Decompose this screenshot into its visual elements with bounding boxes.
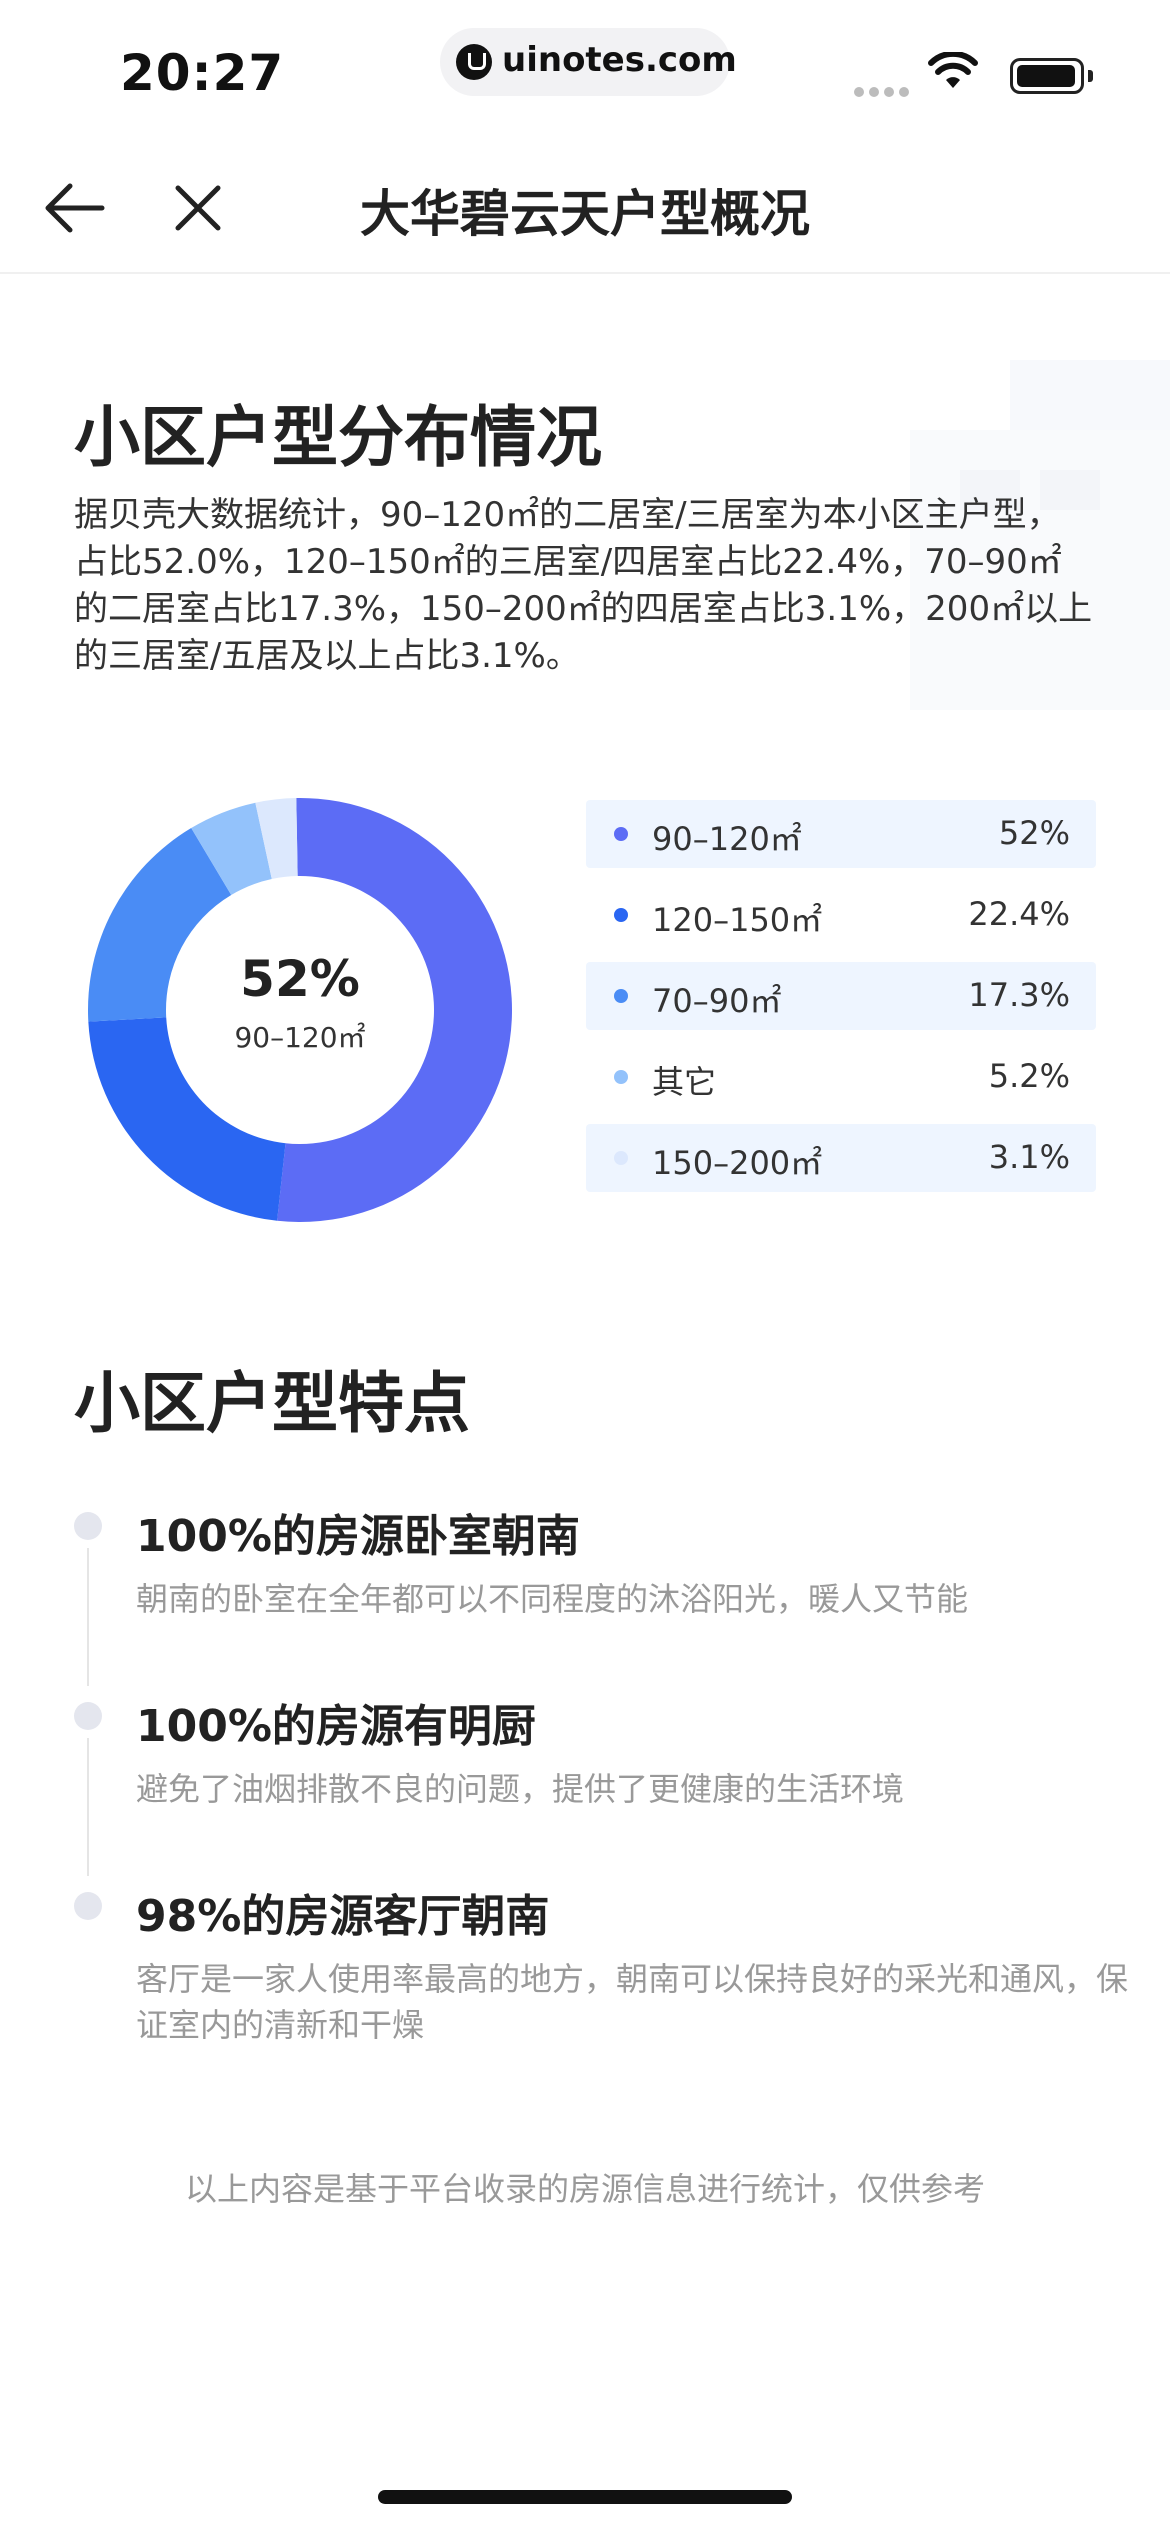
status-bar: 20:27 uinotes.com xyxy=(0,0,1170,140)
legend-item: 150–200㎡ 3.1% xyxy=(586,1124,1096,1192)
donut-center-value: 52% xyxy=(240,950,360,1008)
timeline-line xyxy=(87,1548,89,1686)
cellular-signal-icon xyxy=(854,82,914,101)
legend-value: 52% xyxy=(998,814,1070,852)
status-time: 20:27 xyxy=(120,44,285,102)
battery-icon xyxy=(1010,58,1084,94)
legend-value: 17.3% xyxy=(968,976,1070,1014)
legend-color-dot xyxy=(614,1070,628,1084)
wifi-icon xyxy=(928,52,978,88)
feature-title: 98%的房源客厅朝南 xyxy=(136,1891,550,1942)
legend-value: 5.2% xyxy=(988,1057,1070,1095)
legend-value: 3.1% xyxy=(988,1138,1070,1176)
site-logo-icon xyxy=(456,44,492,80)
legend-item: 120–150㎡ 22.4% xyxy=(586,881,1096,949)
legend-item: 90–120㎡ 52% xyxy=(586,800,1096,868)
donut-center-label: 90–120㎡ xyxy=(234,1021,366,1054)
legend-color-dot xyxy=(614,908,628,922)
legend-label: 150–200㎡ xyxy=(652,1144,823,1182)
navigation-bar: 大华碧云天户型概况 xyxy=(0,140,1170,274)
donut-chart xyxy=(88,798,512,1222)
battery-tip xyxy=(1088,70,1093,82)
legend-item: 其它 5.2% xyxy=(586,1043,1096,1111)
legend-item: 70–90㎡ 17.3% xyxy=(586,962,1096,1030)
timeline-dot xyxy=(74,1512,102,1540)
feature-desc: 避免了油烟排散不良的问题，提供了更健康的生活环境 xyxy=(136,1770,905,1808)
features-heading: 小区户型特点 xyxy=(74,1365,470,1442)
legend-label: 90–120㎡ xyxy=(652,820,802,858)
feature-desc: 客厅是一家人使用率最高的地方，朝南可以保持良好的采光和通风，保证室内的清新和干燥 xyxy=(136,1960,1129,2044)
url-pill[interactable]: uinotes.com xyxy=(440,28,737,96)
legend-color-dot xyxy=(614,827,628,841)
feature-desc: 朝南的卧室在全年都可以不同程度的沐浴阳光，暖人又节能 xyxy=(136,1580,969,1618)
legend-label: 120–150㎡ xyxy=(652,901,823,939)
close-icon[interactable] xyxy=(168,178,228,238)
url-text: uinotes.com xyxy=(502,40,737,80)
feature-title: 100%的房源有明厨 xyxy=(136,1701,536,1752)
legend-label: 其它 xyxy=(652,1063,717,1101)
legend-color-dot xyxy=(614,1151,628,1165)
legend-label: 70–90㎡ xyxy=(652,982,782,1020)
timeline-dot xyxy=(74,1892,102,1920)
distribution-heading: 小区户型分布情况 xyxy=(74,399,602,476)
page-title: 大华碧云天户型概况 xyxy=(360,185,810,243)
home-indicator xyxy=(378,2490,792,2504)
feature-title: 100%的房源卧室朝南 xyxy=(136,1511,580,1562)
legend-color-dot xyxy=(614,989,628,1003)
back-arrow-icon[interactable] xyxy=(40,178,110,238)
timeline-line xyxy=(87,1738,89,1876)
chart-legend: 90–120㎡ 52% 120–150㎡ 22.4% 70–90㎡ 17.3% 其它 5.2%… xyxy=(586,800,1096,1205)
distribution-summary: 据贝壳大数据统计，90–120㎡的二居室/三居室为本小区主户型，占比52.0%，… xyxy=(74,495,1093,676)
disclaimer-text: 以上内容是基于平台收录的房源信息进行统计，仅供参考 xyxy=(184,2170,985,2208)
legend-value: 22.4% xyxy=(968,895,1070,933)
donut-slice xyxy=(277,798,512,1222)
timeline-dot xyxy=(74,1702,102,1730)
